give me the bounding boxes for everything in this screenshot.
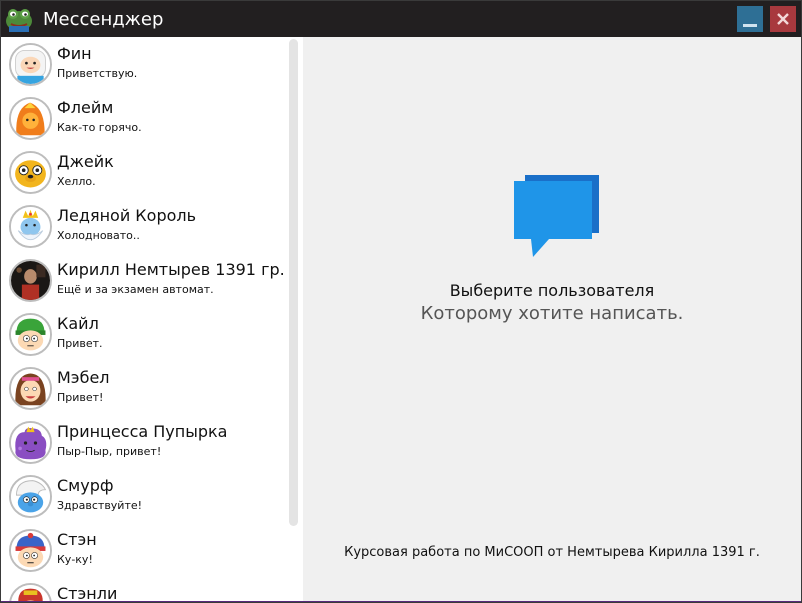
contact-last-message: Приветствую. bbox=[57, 67, 138, 80]
close-icon bbox=[777, 13, 789, 25]
contact-name: Джейк bbox=[57, 152, 114, 171]
stan-avatar bbox=[9, 529, 52, 572]
frog-app-icon bbox=[5, 6, 33, 32]
window-title: Мессенджер bbox=[43, 9, 164, 30]
contact-item[interactable]: Фин Приветствую. bbox=[1, 37, 286, 91]
jake-avatar bbox=[9, 151, 52, 194]
contact-item[interactable]: Стэнли bbox=[1, 577, 286, 602]
contact-item[interactable]: Принцесса Пупырка Пыр-Пыр, привет! bbox=[1, 415, 286, 469]
contact-last-message: Хелло. bbox=[57, 175, 96, 188]
contact-item[interactable]: Джейк Хелло. bbox=[1, 145, 286, 199]
lumpy-space-princess-avatar bbox=[9, 421, 52, 464]
contact-item[interactable]: Ледяной Король Холодновато.. bbox=[1, 199, 286, 253]
ice-king-avatar bbox=[9, 205, 52, 248]
contact-name: Кирилл Немтырев 1391 гр. bbox=[57, 260, 285, 279]
smurf-avatar bbox=[9, 475, 52, 518]
chat-area: Выберите пользователя Которому хотите на… bbox=[303, 37, 801, 602]
title-bar[interactable]: Мессенджер bbox=[1, 1, 801, 37]
flame-princess-avatar bbox=[9, 97, 52, 140]
stanley-avatar bbox=[9, 583, 52, 602]
contact-name: Стэн bbox=[57, 530, 97, 549]
chat-bubbles-icon bbox=[511, 173, 601, 259]
contact-name: Мэбел bbox=[57, 368, 110, 387]
contact-name: Ледяной Король bbox=[57, 206, 197, 225]
kyle-avatar bbox=[9, 313, 52, 356]
contact-item[interactable]: Кайл Привет. bbox=[1, 307, 286, 361]
contact-item[interactable]: Стэн Ку-ку! bbox=[1, 523, 286, 577]
contact-name: Принцесса Пупырка bbox=[57, 422, 228, 441]
contact-name: Флейм bbox=[57, 98, 114, 117]
photo-avatar bbox=[9, 259, 52, 302]
contact-last-message: Пыр-Пыр, привет! bbox=[57, 445, 162, 458]
contact-last-message: Холодновато.. bbox=[57, 229, 140, 242]
contact-name: Кайл bbox=[57, 314, 99, 333]
contact-last-message: Привет! bbox=[57, 391, 104, 404]
minimize-icon bbox=[743, 23, 757, 27]
minimize-button[interactable] bbox=[737, 6, 763, 32]
contact-last-message: Привет. bbox=[57, 337, 103, 350]
contact-list[interactable]: Фин Приветствую. Флейм Как-то горячо. Дж… bbox=[1, 37, 303, 602]
contact-name: Фин bbox=[57, 44, 92, 63]
contact-last-message: Ку-ку! bbox=[57, 553, 93, 566]
messenger-window: Мессенджер Фин Приветствую. Флейм Как-то… bbox=[0, 0, 802, 603]
select-user-title: Выберите пользователя bbox=[449, 281, 655, 300]
contact-list-scrollbar[interactable] bbox=[289, 39, 298, 526]
contact-item[interactable]: Мэбел Привет! bbox=[1, 361, 286, 415]
select-user-subtitle: Которому хотите написать. bbox=[420, 303, 684, 324]
contact-item[interactable]: Флейм Как-то горячо. bbox=[1, 91, 286, 145]
contact-last-message: Как-то горячо. bbox=[57, 121, 142, 134]
contact-last-message: Ещё и за экзамен автомат. bbox=[57, 283, 214, 296]
contact-item[interactable]: Смурф Здравствуйте! bbox=[1, 469, 286, 523]
mabel-avatar bbox=[9, 367, 52, 410]
finn-avatar bbox=[9, 43, 52, 86]
footer-credits: Курсовая работа по МиСООП от Немтырева К… bbox=[344, 545, 760, 560]
contact-last-message: Здравствуйте! bbox=[57, 499, 143, 512]
contact-name: Смурф bbox=[57, 476, 114, 495]
contact-item[interactable]: Кирилл Немтырев 1391 гр. Ещё и за экзаме… bbox=[1, 253, 286, 307]
close-button[interactable] bbox=[770, 6, 796, 32]
